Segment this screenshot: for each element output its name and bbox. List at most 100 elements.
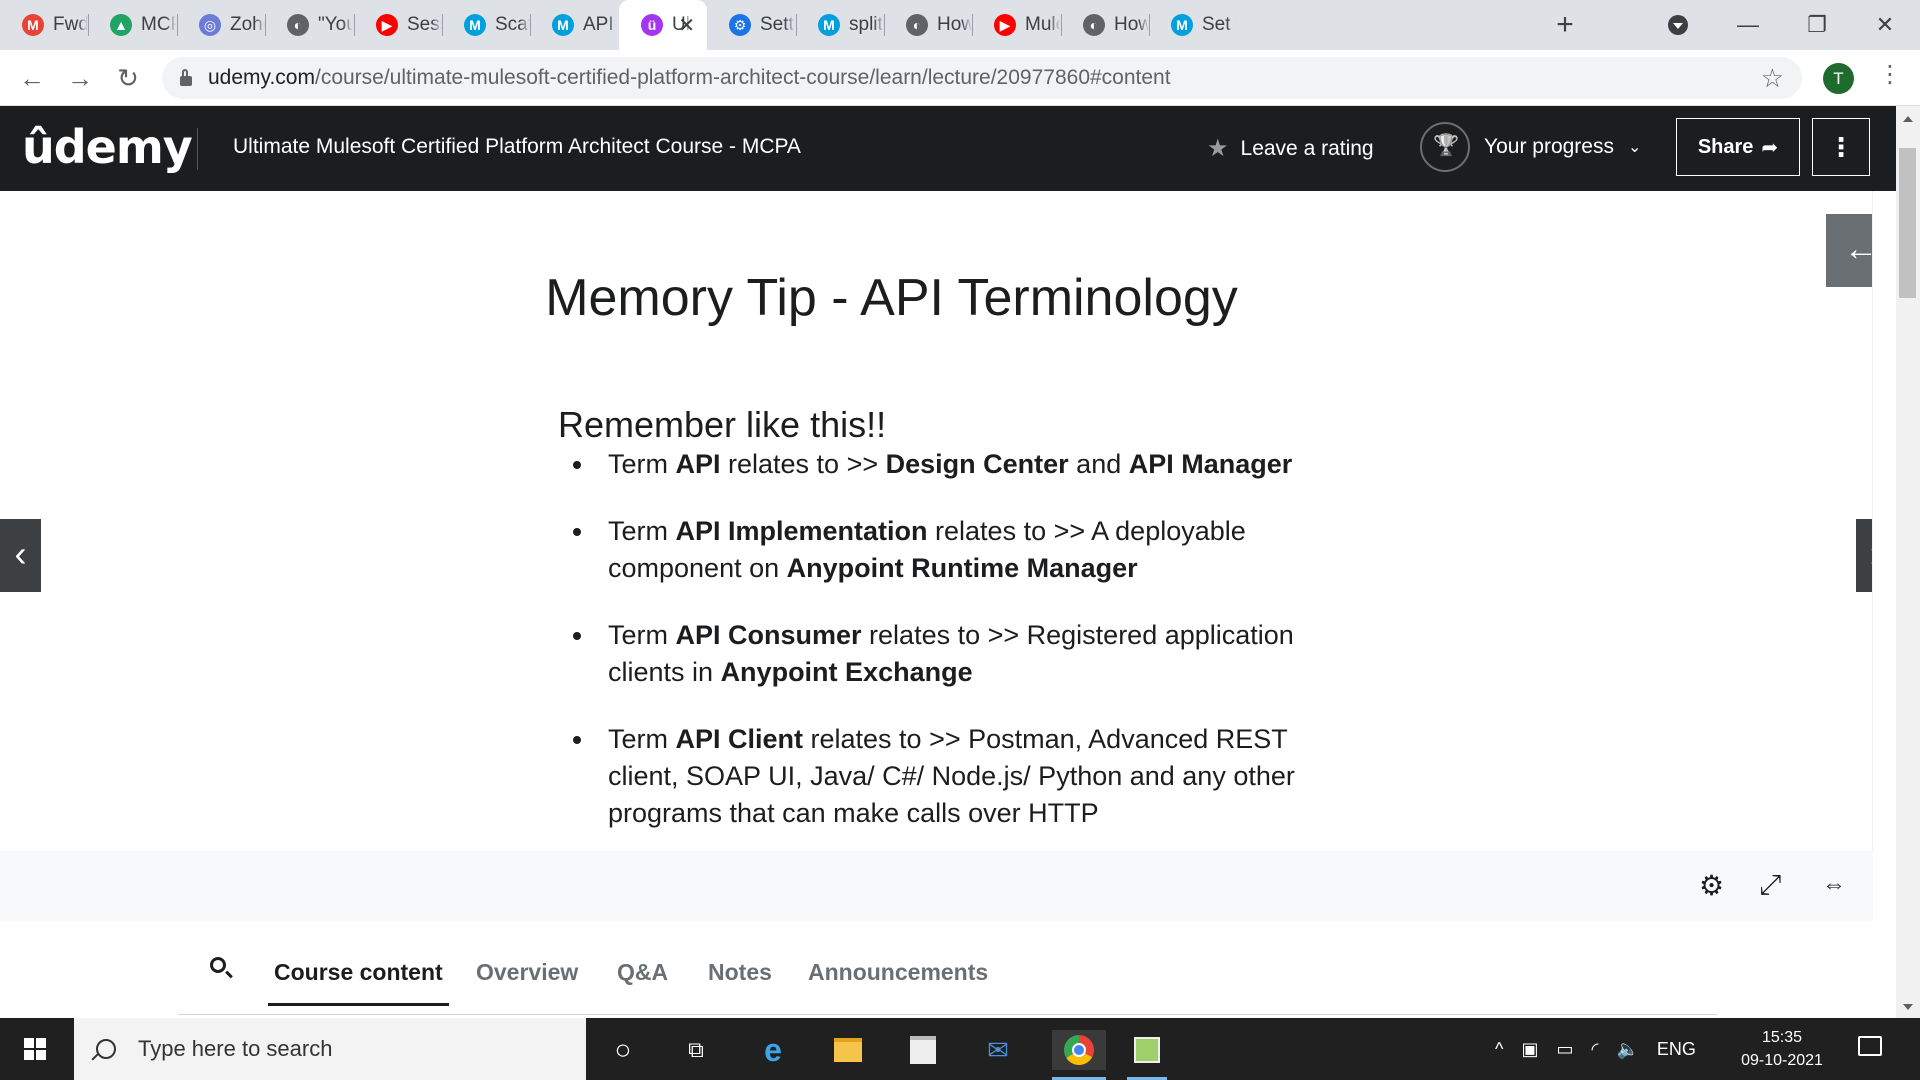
header-divider bbox=[197, 128, 198, 170]
meet-now-icon[interactable]: ▣ bbox=[1521, 1039, 1538, 1060]
tab-search-icon[interactable] bbox=[1668, 15, 1688, 35]
show-hidden-icons-icon[interactable]: ^ bbox=[1495, 1039, 1503, 1060]
edge-icon[interactable]: e bbox=[753, 1030, 793, 1070]
browser-tab[interactable]: ü Ul ✕ bbox=[619, 0, 707, 50]
slide-bullet: Term API relates to >> Design Center and… bbox=[558, 446, 1328, 483]
clock-time: 15:35 bbox=[1761, 1029, 1803, 1046]
mulesoft-icon: M bbox=[464, 14, 486, 36]
search-icon bbox=[96, 1039, 116, 1059]
slide-title: Memory Tip - API Terminology bbox=[545, 269, 1238, 327]
address-bar[interactable]: udemy.com/course/ultimate-mulesoft-certi… bbox=[162, 57, 1802, 99]
slide-scrollbar[interactable] bbox=[1872, 191, 1873, 851]
close-window-icon[interactable]: ✕ bbox=[1865, 5, 1905, 45]
web-icon: ◐ bbox=[906, 14, 928, 36]
browser-tab[interactable]: ⚙ Settin bbox=[707, 0, 795, 50]
tab-separator bbox=[1061, 14, 1062, 36]
leave-rating-button[interactable]: ★ Leave a rating bbox=[1207, 134, 1374, 163]
settings-gear-icon[interactable]: ⚙ bbox=[1699, 869, 1724, 902]
zoho-icon: ◎ bbox=[199, 14, 221, 36]
tab-separator bbox=[796, 14, 797, 36]
course-title[interactable]: Ultimate Mulesoft Certified Platform Arc… bbox=[233, 135, 801, 159]
browser-tab[interactable]: ▶ MuleS bbox=[972, 0, 1060, 50]
tab-title: Fwd: MCPA bbox=[53, 14, 88, 35]
udemy-header: ûdemy Ultimate Mulesoft Certified Platfo… bbox=[0, 106, 1920, 191]
bookmark-star-icon[interactable]: ☆ bbox=[1761, 63, 1784, 94]
browser-tab[interactable]: MsplitBy bbox=[796, 0, 884, 50]
windows-start-icon[interactable] bbox=[24, 1038, 46, 1060]
chrome-taskbar-icon[interactable] bbox=[1052, 1030, 1106, 1080]
tab-separator bbox=[88, 14, 89, 36]
url-text[interactable]: udemy.com/course/ultimate-mulesoft-certi… bbox=[208, 66, 1171, 90]
lock-icon[interactable] bbox=[180, 69, 192, 86]
browser-tab[interactable]: M API de bbox=[530, 0, 618, 50]
slide-subtitle: Remember like this!! bbox=[558, 404, 887, 445]
chevron-down-icon: ⌄ bbox=[1627, 139, 1642, 156]
chrome-menu-icon[interactable]: ⋮ bbox=[1878, 60, 1902, 89]
file-explorer-icon[interactable] bbox=[828, 1030, 868, 1070]
profile-avatar[interactable]: T bbox=[1823, 63, 1854, 94]
bullet-bold-term: Anypoint Runtime Manager bbox=[786, 553, 1138, 583]
taskbar-search-box[interactable]: Type here to search bbox=[74, 1018, 586, 1080]
taskbar-clock[interactable]: 15:35 09-10-2021 bbox=[1734, 1026, 1830, 1072]
search-icon[interactable] bbox=[210, 957, 226, 973]
browser-toolbar: ← → ↻ udemy.com/course/ultimate-mulesoft… bbox=[0, 50, 1920, 106]
browser-tab[interactable]: M Fwd: MCPA bbox=[0, 0, 88, 50]
udemy-logo[interactable]: ûdemy bbox=[22, 120, 193, 174]
slide-bullet-list: Term API relates to >> Design Center and… bbox=[558, 446, 1328, 851]
more-options-icon[interactable]: ⋮ bbox=[1812, 118, 1870, 176]
forward-arrow-icon[interactable]: → bbox=[62, 60, 98, 96]
battery-icon[interactable]: ▭ bbox=[1556, 1039, 1573, 1060]
tab-title: Scatte bbox=[495, 14, 530, 35]
next-lecture-button[interactable]: › bbox=[1856, 519, 1873, 592]
reload-icon[interactable]: ↻ bbox=[110, 60, 146, 96]
browser-tab[interactable]: ◎ Zoho bbox=[177, 0, 265, 50]
back-arrow-icon[interactable]: ← bbox=[14, 60, 50, 96]
bullet-bold-term: API Consumer bbox=[675, 620, 862, 650]
clock-date: 09-10-2021 bbox=[1741, 1052, 1823, 1069]
bullet-bold-term: Design Center bbox=[885, 449, 1069, 479]
tab-qa[interactable]: Q&A bbox=[617, 959, 668, 986]
new-tab-button[interactable]: + bbox=[1548, 8, 1582, 42]
browser-tab[interactable]: M Scatte bbox=[442, 0, 530, 50]
expanded-view-icon[interactable]: ⇔ bbox=[1822, 871, 1846, 899]
wifi-icon[interactable]: ◜ bbox=[1591, 1039, 1598, 1060]
share-button[interactable]: Share ➦ bbox=[1676, 118, 1800, 176]
tab-course-content[interactable]: Course content bbox=[268, 959, 449, 1006]
tab-title: Set Va bbox=[1202, 14, 1237, 35]
cortana-icon[interactable]: ○ bbox=[603, 1030, 643, 1070]
close-tab-icon[interactable]: ✕ bbox=[678, 13, 695, 38]
browser-tab[interactable]: ◐ "You c bbox=[265, 0, 353, 50]
your-progress-button[interactable]: Your progress ⌄ bbox=[1420, 122, 1641, 172]
tab-announcements[interactable]: Announcements bbox=[808, 959, 988, 986]
language-indicator[interactable]: ENG bbox=[1657, 1039, 1696, 1060]
browser-tab-strip: M Fwd: MCPA ▲ MCPA ◎ Zoho ◐ "You c ▶ Sessio M Scatt… bbox=[0, 0, 1920, 50]
notification-center-icon[interactable] bbox=[1858, 1036, 1882, 1056]
web-icon: ◐ bbox=[287, 14, 309, 36]
restore-icon[interactable]: ❐ bbox=[1797, 5, 1837, 45]
share-arrow-icon: ➦ bbox=[1761, 136, 1779, 159]
page-scrollbar[interactable] bbox=[1896, 106, 1920, 1018]
bullet-text: and bbox=[1068, 449, 1129, 479]
notepad-app-icon[interactable] bbox=[1127, 1030, 1167, 1080]
browser-tab[interactable]: M Set Va bbox=[1149, 0, 1237, 50]
tab-overview[interactable]: Overview bbox=[476, 959, 578, 986]
microsoft-store-icon[interactable] bbox=[903, 1030, 943, 1070]
tab-title: Zoho bbox=[230, 14, 265, 35]
previous-lecture-button[interactable]: ‹ bbox=[0, 519, 41, 592]
minimize-icon[interactable]: — bbox=[1728, 5, 1768, 45]
fullscreen-icon[interactable]: ⤢ bbox=[1759, 869, 1781, 902]
mail-icon[interactable]: ✉ bbox=[978, 1030, 1018, 1070]
tab-separator bbox=[265, 14, 266, 36]
browser-tab[interactable]: ◐ How t bbox=[1061, 0, 1149, 50]
volume-icon[interactable]: 🔈 bbox=[1616, 1039, 1638, 1060]
lecture-viewer: Memory Tip - API Terminology Remember li… bbox=[0, 191, 1873, 851]
progress-label: Your progress bbox=[1484, 135, 1614, 158]
tab-notes[interactable]: Notes bbox=[708, 959, 772, 986]
browser-tab[interactable]: ▶ Sessio bbox=[354, 0, 442, 50]
expand-sidebar-arrow-icon[interactable]: ← bbox=[1826, 214, 1873, 287]
bullet-text: Term bbox=[608, 620, 676, 650]
browser-tab[interactable]: ◐ How t bbox=[884, 0, 972, 50]
task-view-icon[interactable]: ⧉ bbox=[676, 1030, 716, 1070]
browser-tab[interactable]: ▲ MCPA bbox=[88, 0, 176, 50]
bullet-text: relates to >> bbox=[720, 449, 886, 479]
